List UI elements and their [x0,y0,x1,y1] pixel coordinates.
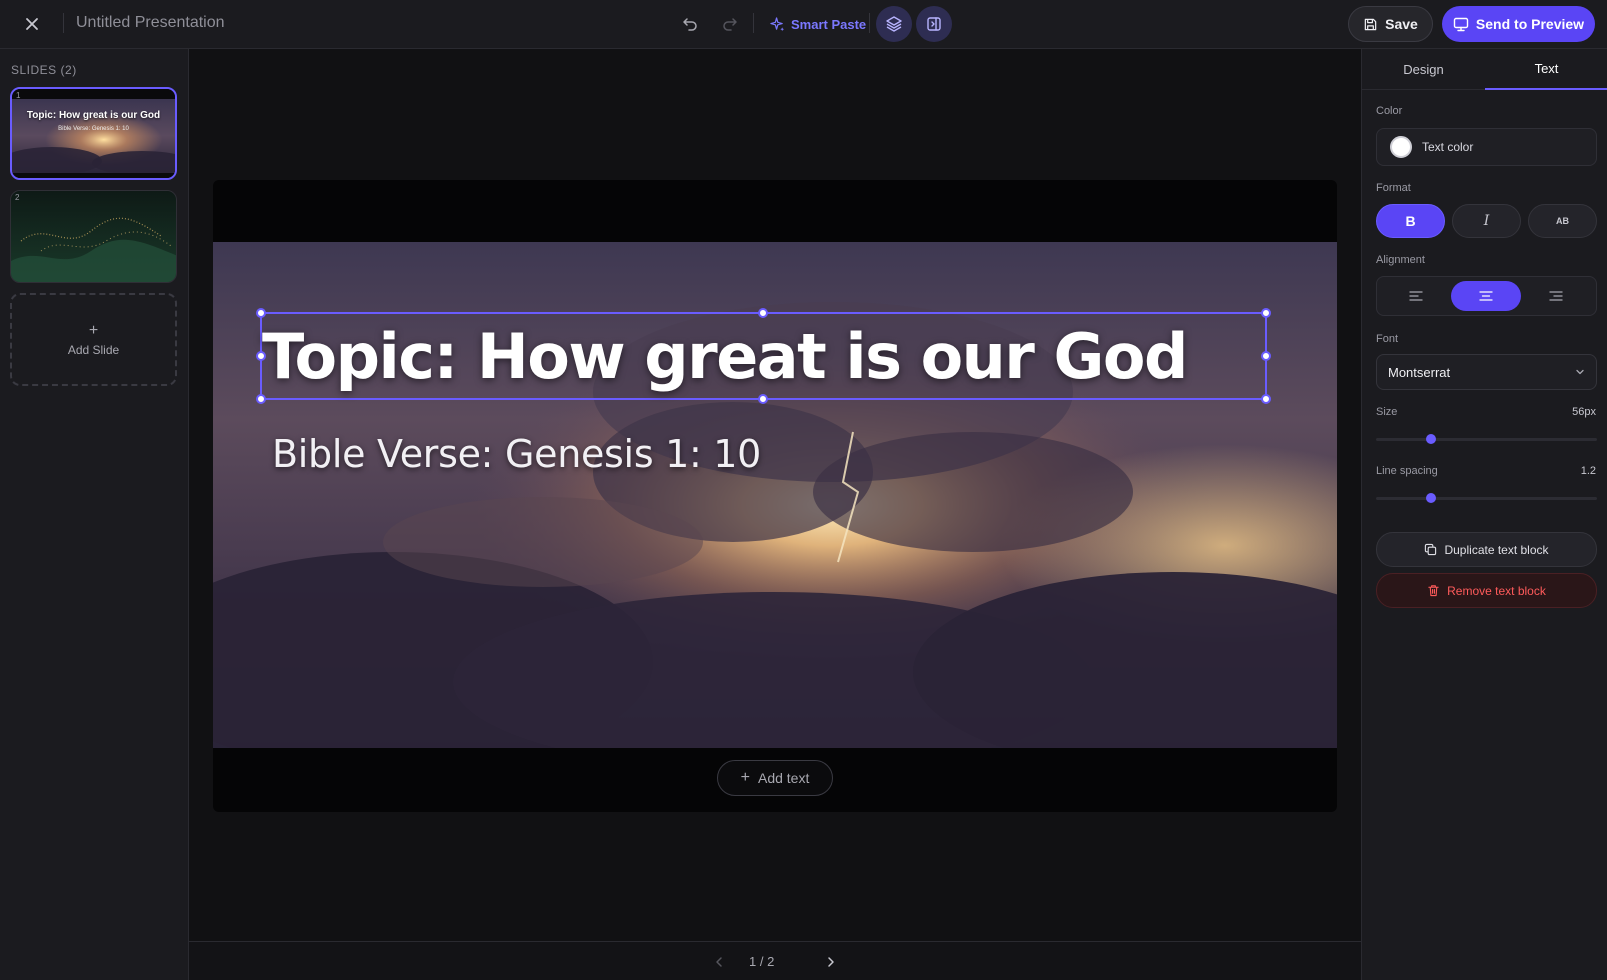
monitor-icon [1453,17,1469,32]
chevron-left-icon [716,957,722,967]
layers-icon [886,16,902,32]
properties-panel: Design Text Color Text color Format B I … [1361,49,1607,980]
slide-pager: 1 / 2 [189,941,1361,980]
size-label: Size [1376,406,1398,418]
size-slider[interactable] [1376,434,1597,444]
align-center-icon [1479,291,1493,301]
chevron-right-icon [828,957,834,967]
slide-thumbnail-2[interactable]: 2 [10,190,177,283]
alignment-group [1376,276,1597,316]
resize-handle-top-left[interactable] [256,308,266,318]
add-text-button[interactable]: + Add text [717,760,833,796]
size-value: 56px [1572,406,1596,418]
slides-sidebar: SLIDES (2) 1 Topic: How great is our God… [0,49,189,980]
close-icon [26,18,38,30]
trash-icon [1428,585,1439,597]
font-select[interactable]: Montserrat [1376,354,1597,390]
slide-number: 2 [15,193,20,202]
slide-title[interactable]: Topic: How great is our God [262,322,1265,392]
duplicate-label: Duplicate text block [1444,542,1549,557]
resize-handle-bottom[interactable] [758,394,768,404]
title-text-block[interactable]: Topic: How great is our God [256,308,1271,404]
sparkle-icon [770,16,785,31]
thumbnail-storm-image [12,89,175,178]
line-spacing-slider-thumb[interactable] [1426,493,1437,503]
alignment-label: Alignment [1376,254,1425,266]
undo-icon [683,18,697,31]
resize-handle-bottom-right[interactable] [1261,394,1271,404]
line-spacing-label: Line spacing [1376,465,1438,477]
panel-toggle-icon [927,17,941,31]
redo-icon [723,18,737,31]
align-left-icon [1409,291,1423,301]
top-bar: Untitled Presentation Smart Paste Save S… [0,0,1607,49]
thumbnail-waves-image [11,191,176,282]
slide-subtitle[interactable]: Bible Verse: Genesis 1: 10 [272,432,761,476]
plus-icon: + [88,321,99,339]
send-to-preview-label: Send to Preview [1475,16,1585,32]
chevron-down-icon [1576,369,1584,375]
resize-handle-bottom-left[interactable] [256,394,266,404]
panel-toggle-button[interactable] [916,6,952,42]
divider [869,13,870,33]
resize-handle-top[interactable] [758,308,768,318]
italic-button[interactable]: I [1452,204,1521,238]
remove-label: Remove text block [1447,583,1546,598]
text-color-picker[interactable]: Text color [1376,128,1597,166]
resize-handle-left[interactable] [256,351,266,361]
send-to-preview-button[interactable]: Send to Preview [1442,6,1595,42]
duplicate-text-block-button[interactable]: Duplicate text block [1376,532,1597,567]
smart-paste-button[interactable]: Smart Paste [770,9,866,39]
bold-button[interactable]: B [1376,204,1445,238]
close-button[interactable] [18,10,46,38]
save-icon [1364,18,1377,30]
line-spacing-slider[interactable] [1376,493,1597,503]
save-button[interactable]: Save [1348,6,1433,42]
smart-paste-label: Smart Paste [791,16,867,32]
thumbnail-title: Topic: How great is our God [26,110,161,121]
slide-canvas[interactable]: Topic: How great is our God Bible Verse:… [213,180,1337,812]
divider [753,13,754,33]
add-slide-button[interactable]: + Add Slide [10,293,177,386]
align-left-button[interactable] [1381,281,1451,311]
slide-number: 1 [16,91,21,100]
layers-button[interactable] [876,6,912,42]
tab-design[interactable]: Design [1362,49,1485,90]
resize-handle-right[interactable] [1261,351,1271,361]
presentation-title[interactable]: Untitled Presentation [76,14,225,32]
save-label: Save [1385,16,1418,32]
slide-thumbnail-1[interactable]: 1 Topic: How great is our God Bible Vers… [10,87,177,180]
canvas-area: Topic: How great is our God Bible Verse:… [189,49,1361,941]
resize-handle-top-right[interactable] [1261,308,1271,318]
redo-button[interactable] [715,10,745,38]
divider [63,13,64,33]
font-value: Montserrat [1388,364,1451,380]
align-right-icon [1549,291,1563,301]
size-slider-thumb[interactable] [1426,434,1437,444]
thumbnail-subtitle: Bible Verse: Genesis 1: 10 [58,126,129,132]
plus-icon: + [740,769,750,786]
uppercase-button[interactable]: AB [1528,204,1597,238]
tab-text[interactable]: Text [1485,49,1607,90]
add-text-label: Add text [757,770,810,786]
line-spacing-value: 1.2 [1580,465,1596,477]
copy-icon [1425,543,1437,556]
previous-slide-button[interactable] [709,952,729,972]
remove-text-block-button[interactable]: Remove text block [1376,573,1597,608]
undo-button[interactable] [675,10,705,38]
color-swatch [1390,136,1412,158]
next-slide-button[interactable] [821,952,841,972]
slides-heading: SLIDES (2) [11,63,77,77]
page-indicator: 1 / 2 [749,954,775,969]
text-color-label: Text color [1422,140,1474,154]
color-label: Color [1376,105,1403,117]
format-label: Format [1376,182,1411,194]
add-slide-label: Add Slide [67,342,120,357]
font-label: Font [1376,333,1399,345]
align-center-button[interactable] [1451,281,1521,311]
panel-tabs: Design Text [1362,49,1607,90]
align-right-button[interactable] [1521,281,1591,311]
